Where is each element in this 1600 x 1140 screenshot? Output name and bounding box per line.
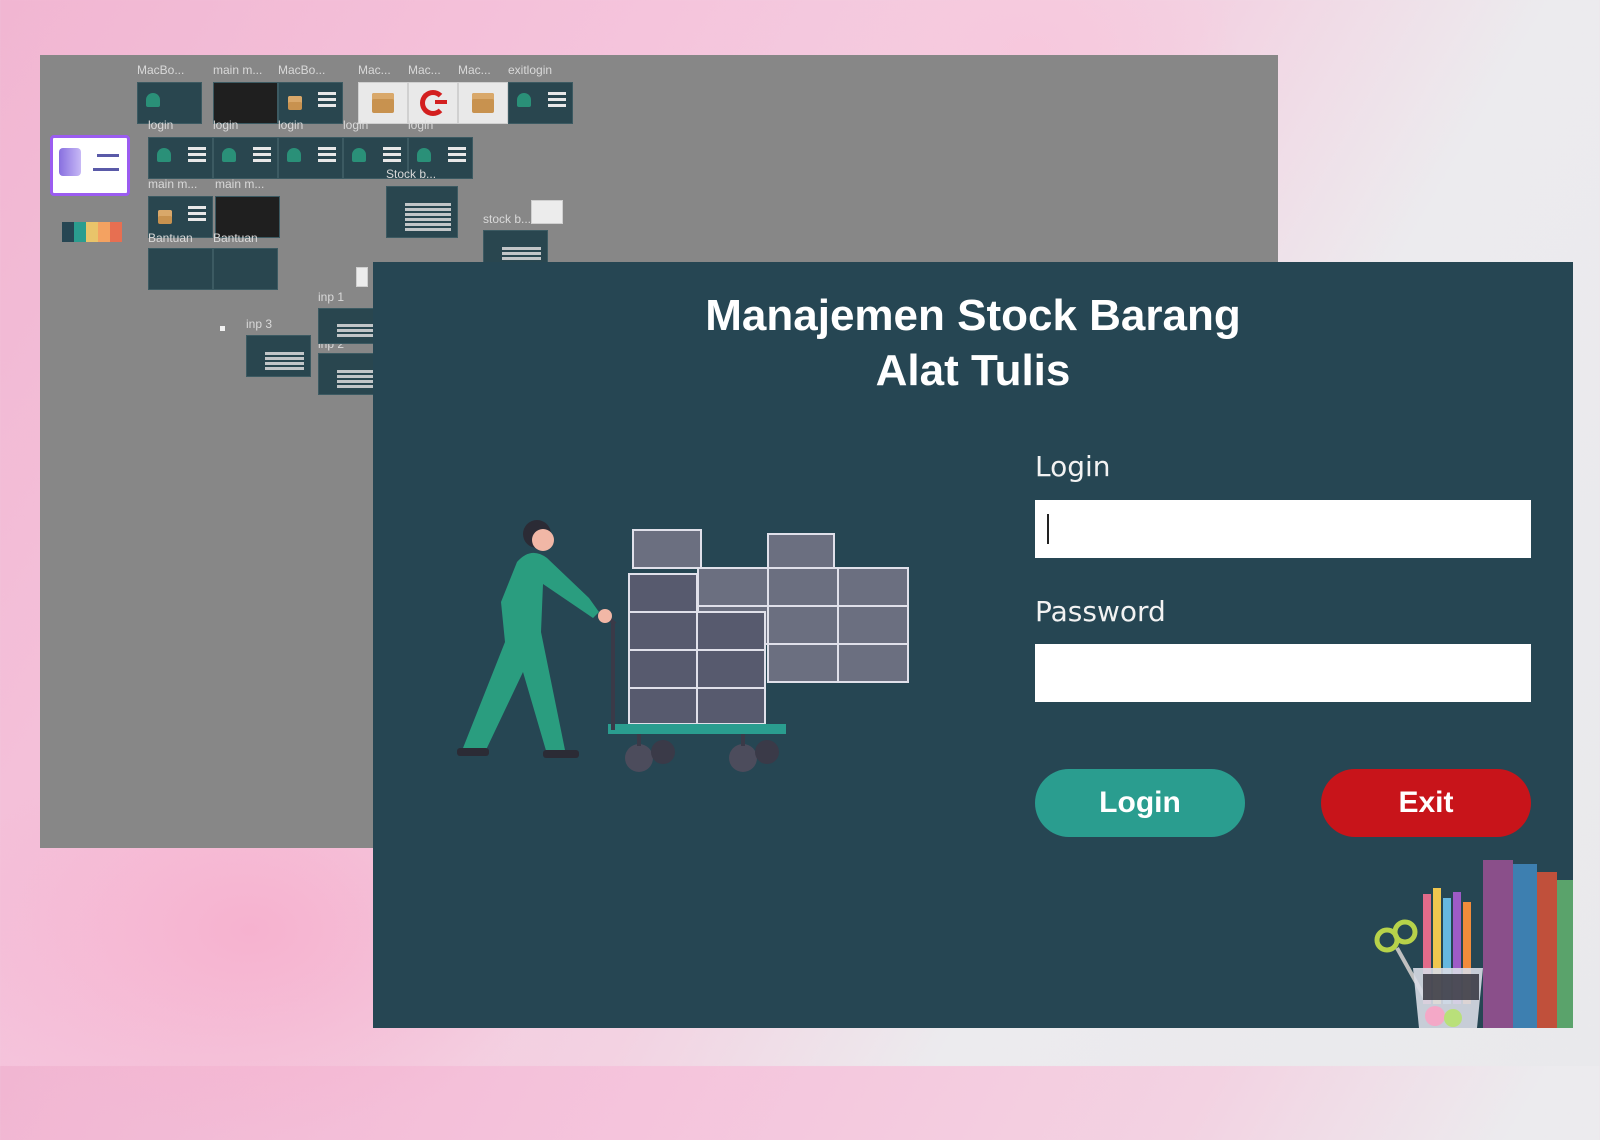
app-title: Manajemen Stock Barang Alat Tulis	[373, 288, 1573, 398]
frame-label[interactable]: inp 3	[246, 317, 272, 331]
frame-thumbnail[interactable]	[508, 82, 573, 124]
frame-thumbnail[interactable]	[213, 137, 278, 179]
frame-label[interactable]: Stock b...	[386, 167, 436, 181]
frame-label[interactable]: MacBo...	[137, 63, 184, 77]
app-title-line: Manajemen Stock Barang	[705, 291, 1241, 340]
frame-label[interactable]: login	[343, 118, 368, 132]
frame-label[interactable]: login	[148, 118, 173, 132]
text-caret	[1047, 514, 1049, 544]
frame-thumbnail[interactable]	[246, 335, 311, 377]
frame-label[interactable]: login	[213, 118, 238, 132]
cover-frame[interactable]	[50, 135, 130, 196]
frame-thumbnail[interactable]	[213, 248, 278, 290]
frame-label[interactable]: main m...	[213, 63, 262, 77]
frame-label[interactable]: MacBo...	[278, 63, 325, 77]
app-title-line: Alat Tulis	[875, 346, 1071, 395]
password-label: Password	[1035, 595, 1166, 628]
frame-label[interactable]: Bantuan	[213, 231, 258, 245]
warehouse-worker-illustration	[457, 520, 909, 772]
login-window: Manajemen Stock Barang Alat Tulis Login …	[373, 262, 1573, 1028]
frame-label[interactable]: Mac...	[408, 63, 441, 77]
frame-label[interactable]: Mac...	[358, 63, 391, 77]
frame-label[interactable]: login	[278, 118, 303, 132]
frame-label[interactable]: login	[408, 118, 433, 132]
canvas-dot	[220, 326, 225, 331]
sticky-note[interactable]	[531, 200, 563, 224]
login-label: Login	[1035, 450, 1111, 483]
password-input[interactable]	[1035, 644, 1531, 702]
frame-label[interactable]: Mac...	[458, 63, 491, 77]
frame-thumbnail[interactable]	[278, 137, 343, 179]
login-field-wrapper	[1035, 500, 1531, 558]
frame-label[interactable]: exitlogin	[508, 63, 552, 77]
frame-thumbnail[interactable]	[148, 248, 213, 290]
login-input[interactable]	[1035, 500, 1531, 558]
sticky-note[interactable]	[356, 267, 368, 287]
color-palette[interactable]	[62, 222, 122, 242]
frame-thumbnail[interactable]	[386, 186, 458, 238]
frame-thumbnail[interactable]	[458, 82, 508, 124]
stationery-icon	[1374, 860, 1573, 1028]
frame-thumbnail[interactable]	[148, 137, 213, 179]
frame-label[interactable]: main m...	[215, 177, 264, 191]
login-button[interactable]: Login	[1035, 769, 1245, 837]
frame-label[interactable]: stock b...	[483, 212, 531, 226]
frame-label[interactable]: Bantuan	[148, 231, 193, 245]
frame-label[interactable]: main m...	[148, 177, 197, 191]
exit-button[interactable]: Exit	[1321, 769, 1531, 837]
frame-label[interactable]: inp 1	[318, 290, 344, 304]
